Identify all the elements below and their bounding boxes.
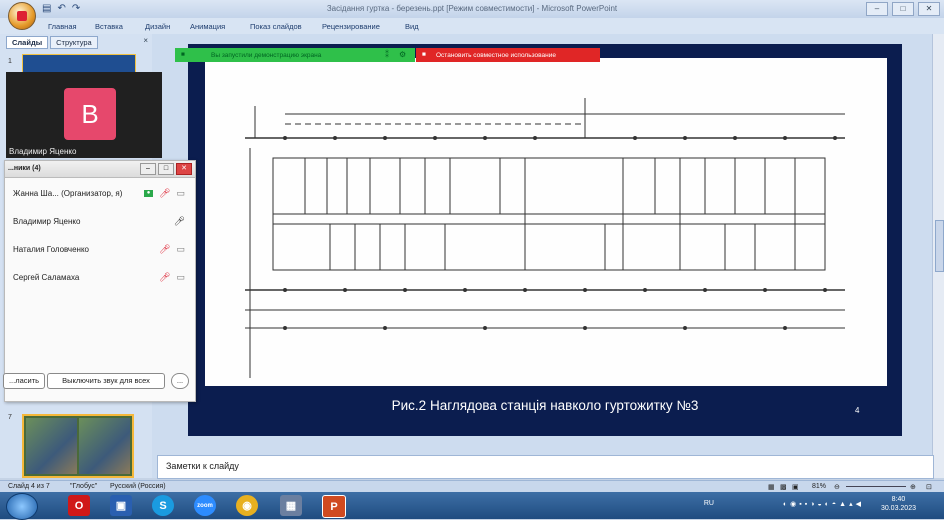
notes-placeholder: Заметки к слайду (166, 461, 239, 471)
tab-view[interactable]: Вид (405, 22, 419, 31)
participant-name: Владимир Яценко (13, 217, 81, 226)
close-icon[interactable]: ✕ (918, 2, 940, 16)
window-controls: – □ ✕ (866, 2, 940, 16)
slide-thumbnail-selected[interactable] (22, 414, 134, 478)
screen-share-status-banner: ■ Вы запустили демонстрацию экрана ⁑ ⚙ (175, 48, 415, 62)
floor-plan-image (205, 58, 887, 386)
fit-slide-icon[interactable]: ⊡ (926, 483, 932, 491)
pin-icon[interactable]: ⁑ (385, 50, 389, 59)
mute-all-button[interactable]: Выключить звук для всех (47, 373, 165, 389)
zoom-icon[interactable]: zoom (194, 495, 216, 516)
clock-date: 30.03.2023 (880, 505, 916, 512)
chrome-icon[interactable]: ◉ (236, 495, 258, 516)
language-status[interactable]: Русский (Россия) (110, 483, 166, 490)
slide-thumbnail[interactable] (22, 54, 136, 74)
tab-home[interactable]: Главная (48, 22, 77, 31)
scrollbar-thumb[interactable] (935, 220, 944, 272)
theme-name: "Глобус" (70, 483, 98, 490)
tab-design[interactable]: Дизайн (145, 22, 170, 31)
view-sorter-icon[interactable]: ▩ (780, 483, 787, 491)
mic-icon[interactable]: 🎤︎ (174, 216, 185, 227)
share-green-icon: ■ (181, 51, 185, 58)
tab-insert[interactable]: Вставка (95, 22, 123, 31)
participant-name: Сергей Саламаха (13, 273, 80, 282)
ribbon-tabs: Главная Вставка Дизайн Анимация Показ сл… (0, 18, 944, 35)
window-title: Засідання гуртка - березень.ppt [Режим с… (326, 4, 618, 13)
slide-number-label: 4 (855, 406, 860, 415)
tab-review[interactable]: Рецензирование (322, 22, 380, 31)
panel-close-icon[interactable]: ✕ (176, 163, 192, 175)
restore-icon[interactable]: □ (892, 2, 914, 16)
tab-animation[interactable]: Анимация (190, 22, 225, 31)
participants-panel: ...ники (4) – □ ✕ Жанна Ша... (Организат… (3, 160, 196, 402)
slide-info: Слайд 4 из 7 (8, 483, 50, 490)
file-manager-icon[interactable]: ▦ (280, 495, 302, 516)
slide-number: 1 (8, 58, 12, 65)
video-off-icon[interactable]: ▭ (176, 188, 185, 199)
tab-slideshow[interactable]: Показ слайдов (250, 22, 302, 31)
office-logo-icon (17, 11, 27, 21)
slide-caption: Рис.2 Наглядова станція навколо гуртожит… (391, 398, 699, 413)
pane-close-icon[interactable]: × (143, 36, 148, 45)
tab-outline[interactable]: Структура (50, 36, 98, 49)
mic-muted-icon[interactable]: 🎤︎ (159, 188, 170, 199)
language-indicator[interactable]: RU (704, 500, 714, 507)
video-off-icon[interactable]: ▭ (176, 272, 185, 283)
zoom-in-icon[interactable]: ⊕ (910, 483, 916, 491)
share-status-text: Вы запустили демонстрацию экрана (211, 52, 322, 59)
avatar: В (64, 88, 116, 140)
zoom-slider[interactable] (846, 486, 906, 487)
clock-time: 8:40 (891, 496, 906, 503)
participant-name: Жанна Ша... (Организатор, я) (13, 189, 123, 198)
stop-share-button[interactable]: ■ Остановить совместное использование (416, 48, 600, 62)
save-floppy-icon[interactable]: ▣ (110, 495, 132, 516)
slide-number: 7 (8, 414, 12, 421)
video-off-icon[interactable]: ▭ (176, 244, 185, 255)
clock[interactable]: 8:40 30.03.2023 (881, 495, 916, 513)
zoom-out-icon[interactable]: ⊖ (834, 483, 840, 491)
video-participant-name: Владимир Яценко (9, 147, 77, 156)
more-options-button[interactable]: ... (171, 373, 189, 389)
start-button[interactable] (6, 493, 38, 520)
powerpoint-icon[interactable]: P (322, 495, 346, 518)
mic-muted-icon[interactable]: 🎤︎ (159, 272, 170, 283)
opera-icon[interactable]: O (68, 495, 90, 516)
invite-button[interactable]: ...ласить (3, 373, 45, 389)
title-bar: ▤ ↶ ↷ Засідання гуртка - березень.ppt [Р… (0, 0, 944, 30)
notes-pane[interactable]: Заметки к слайду (157, 455, 934, 479)
minimize-icon[interactable]: – (866, 2, 888, 16)
panel-minimize-icon[interactable]: – (140, 163, 156, 175)
stop-icon: ■ (422, 51, 426, 58)
host-badge-icon: ● (144, 190, 154, 197)
participants-title: ...ники (4) (8, 165, 41, 172)
panel-restore-icon[interactable]: □ (158, 163, 174, 175)
office-button[interactable] (8, 2, 36, 30)
skype-icon[interactable]: S (152, 495, 174, 516)
tab-slides[interactable]: Слайды (6, 36, 49, 49)
view-slideshow-icon[interactable]: ▣ (792, 483, 799, 491)
participant-name: Наталия Головченко (13, 245, 90, 254)
tray-icons[interactable]: ◐◉▪▪◑◒◐◓▲▴◀ (783, 500, 864, 508)
video-tile[interactable]: В Владимир Яценко (6, 72, 162, 158)
vertical-scrollbar[interactable] (932, 34, 944, 478)
stop-share-label: Остановить совместное использование (436, 52, 556, 59)
mic-muted-icon[interactable]: 🎤︎ (159, 244, 170, 255)
taskbar: O ▣ S zoom ◉ ▦ P RU ◐◉▪▪◑◒◐◓▲▴◀ 8:40 30.… (0, 492, 944, 520)
settings-icon[interactable]: ⚙ (399, 50, 406, 59)
view-normal-icon[interactable]: ▦ (768, 483, 775, 491)
zoom-level[interactable]: 81% (812, 483, 826, 490)
